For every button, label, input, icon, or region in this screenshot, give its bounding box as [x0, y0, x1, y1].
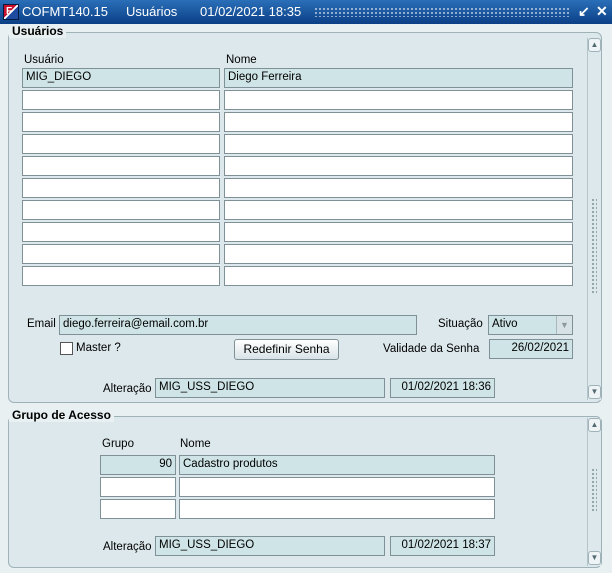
- nome-field[interactable]: [224, 156, 573, 176]
- usuario-field[interactable]: MIG_DIEGO: [22, 68, 220, 88]
- grupo-nome-field[interactable]: [179, 499, 495, 519]
- form-code: COFMT140.15: [22, 4, 108, 19]
- nome-field[interactable]: [224, 266, 573, 286]
- window-title: Usuários: [126, 4, 178, 19]
- usuario-field[interactable]: [22, 200, 220, 220]
- redefinir-senha-button[interactable]: Redefinir Senha: [234, 339, 339, 360]
- chevron-down-icon[interactable]: ▼: [556, 316, 572, 334]
- scroll-down-icon[interactable]: ▼: [588, 385, 601, 399]
- email-label: Email: [27, 318, 56, 330]
- alteracao-date-field[interactable]: 01/02/2021 18:36: [390, 378, 495, 398]
- situacao-value: Ativo: [492, 318, 518, 330]
- grupo-nome-field[interactable]: [179, 477, 495, 497]
- nome-field[interactable]: [224, 90, 573, 110]
- alteracao-user-field[interactable]: MIG_USS_DIEGO: [155, 378, 385, 398]
- grupo-alteracao-label: Alteração: [103, 541, 152, 553]
- nome-field[interactable]: [224, 178, 573, 198]
- oracle-forms-icon: F: [3, 4, 19, 20]
- validade-senha-label: Validade da Senha: [383, 343, 480, 355]
- usuarios-scrollbar[interactable]: ▲ ▼: [587, 38, 601, 400]
- usuario-field[interactable]: [22, 90, 220, 110]
- nome-field[interactable]: [224, 200, 573, 220]
- column-header-usuario: Usuário: [24, 54, 64, 66]
- grupo-acesso-section-title: Grupo de Acesso: [9, 408, 114, 422]
- email-field[interactable]: diego.ferreira@email.com.br: [59, 315, 417, 335]
- grupo-alteracao-date-field[interactable]: 01/02/2021 18:37: [390, 536, 495, 556]
- grupo-alteracao-user-field[interactable]: MIG_USS_DIEGO: [155, 536, 385, 556]
- scroll-up-icon[interactable]: ▲: [588, 418, 601, 432]
- column-header-grupo-nome: Nome: [180, 438, 211, 450]
- window-titlebar[interactable]: F COFMT140.15 Usuários 01/02/2021 18:35 …: [0, 0, 612, 24]
- validade-senha-field[interactable]: 26/02/2021: [489, 339, 573, 359]
- usuarios-section-title: Usuários: [9, 24, 67, 38]
- nome-field[interactable]: [224, 112, 573, 132]
- usuario-field[interactable]: [22, 222, 220, 242]
- grupo-code-field[interactable]: [100, 477, 176, 497]
- scroll-up-icon[interactable]: ▲: [588, 38, 601, 52]
- scroll-grip[interactable]: [591, 468, 597, 512]
- master-label: Master ?: [76, 342, 121, 354]
- window-datetime: 01/02/2021 18:35: [200, 4, 302, 19]
- grupo-nome-field[interactable]: Cadastro produtos: [179, 455, 495, 475]
- usuario-field[interactable]: [22, 244, 220, 264]
- grupo-code-field[interactable]: 90: [100, 455, 176, 475]
- usuario-field[interactable]: [22, 266, 220, 286]
- grupo-scrollbar[interactable]: ▲ ▼: [587, 418, 601, 566]
- nome-field[interactable]: Diego Ferreira: [224, 68, 573, 88]
- minimize-icon[interactable]: ↙: [578, 3, 590, 20]
- nome-field[interactable]: [224, 134, 573, 154]
- scroll-down-icon[interactable]: ▼: [588, 551, 601, 565]
- usuario-field[interactable]: [22, 156, 220, 176]
- situacao-select[interactable]: Ativo ▼: [488, 315, 573, 335]
- situacao-label: Situação: [438, 318, 483, 330]
- usuario-field[interactable]: [22, 178, 220, 198]
- master-checkbox[interactable]: [60, 342, 73, 355]
- column-header-nome: Nome: [226, 54, 257, 66]
- titlebar-texture: [314, 7, 570, 17]
- column-header-grupo: Grupo: [102, 438, 134, 450]
- close-icon[interactable]: ✕: [596, 3, 608, 20]
- usuario-field[interactable]: [22, 134, 220, 154]
- nome-field[interactable]: [224, 222, 573, 242]
- scroll-grip[interactable]: [591, 198, 597, 294]
- grupo-code-field[interactable]: [100, 499, 176, 519]
- nome-field[interactable]: [224, 244, 573, 264]
- alteracao-label: Alteração: [103, 383, 152, 395]
- usuario-field[interactable]: [22, 112, 220, 132]
